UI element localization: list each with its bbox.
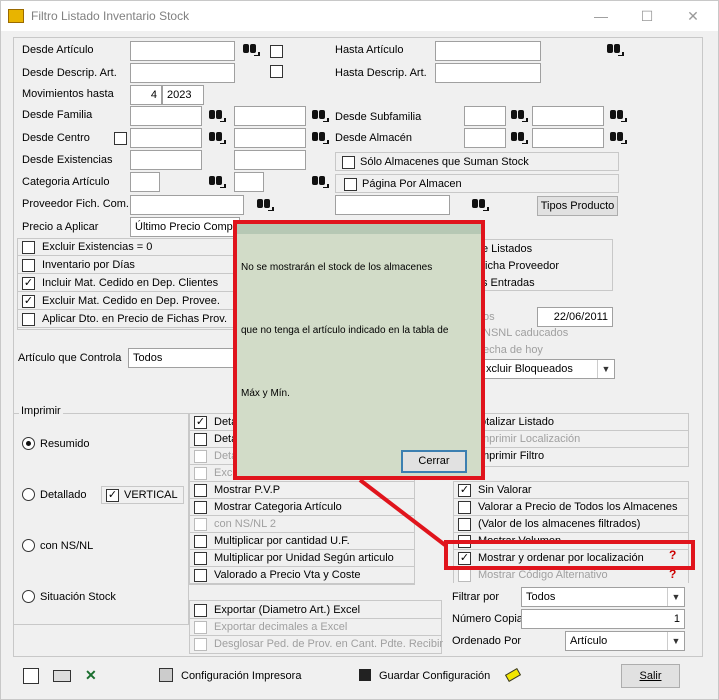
- connector-line: [358, 478, 447, 547]
